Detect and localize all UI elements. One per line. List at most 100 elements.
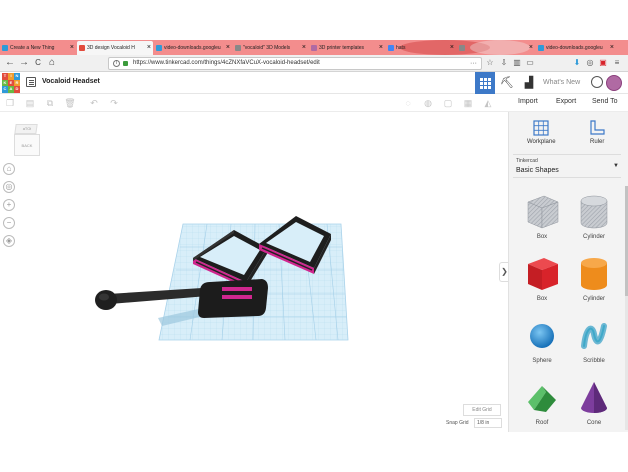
fit-view-icon[interactable]: ◎ [3, 181, 15, 193]
duplicate-icon[interactable]: ⧉ [44, 97, 56, 109]
page-bottom [0, 432, 628, 472]
export-button[interactable]: Export [556, 98, 576, 105]
file-actions: Import Export Send To [508, 94, 628, 112]
library-icon[interactable]: ▥ [512, 58, 522, 68]
view-cube[interactable]: aTOi BACK [12, 124, 42, 158]
tab-title: video-downloads.googleu [546, 45, 603, 51]
paste-icon[interactable]: ▤ [24, 97, 36, 109]
tinkercad-logo[interactable]: TINKERCAD [2, 73, 20, 93]
page-actions-icon[interactable]: ··· [470, 58, 477, 69]
info-icon[interactable]: i [113, 60, 120, 67]
bookmark-icon[interactable]: ☆ [485, 58, 495, 68]
box-hole-icon [527, 195, 559, 229]
library-name: Basic Shapes [516, 167, 559, 174]
design-title[interactable]: Vocaloid Headset [42, 78, 100, 85]
reload-icon[interactable]: C [32, 57, 44, 69]
workplane-label[interactable]: Workplane [527, 139, 556, 145]
3d-view-button[interactable] [475, 72, 495, 94]
zoom-out-icon[interactable]: − [3, 217, 15, 229]
lego-brick-icon[interactable]: ▟ [522, 76, 536, 90]
home-view-icon[interactable]: ⌂ [3, 163, 15, 175]
tab-close-icon[interactable]: × [450, 41, 454, 55]
browser-tab[interactable]: video-downloads.googleu × [154, 41, 232, 55]
shape-box-hole[interactable]: Box [515, 190, 569, 252]
send-to-button[interactable]: Send To [592, 98, 618, 105]
microphone-panel [198, 279, 268, 318]
shape-cone[interactable]: Cone [567, 376, 621, 438]
tab-close-icon[interactable]: × [226, 41, 230, 55]
align-icon[interactable]: ▦ [462, 97, 474, 109]
extension-icon[interactable]: ◎ [585, 58, 595, 68]
tab-close-icon[interactable]: × [70, 41, 74, 55]
view-cube-front[interactable]: BACK [14, 134, 40, 156]
app-header: TINKERCAD Vocaloid Headset ⛏ ▟ What's Ne… [0, 72, 628, 94]
edit-toolbar: ❐ ▤ ⧉ 🗑 ↶ ↷ ◌ ◍ ▢ ▦ ◭ [0, 94, 508, 112]
shape-library-select[interactable]: Tinkercad Basic Shapes ▼ [513, 154, 621, 178]
redo-icon[interactable]: ↷ [108, 97, 120, 109]
shape-sphere[interactable]: Sphere [515, 314, 569, 376]
add-user-icon[interactable] [591, 76, 603, 88]
zoom-in-icon[interactable]: + [3, 199, 15, 211]
menu-icon[interactable]: ≡ [612, 58, 622, 68]
shape-label: Scribble [583, 358, 605, 364]
tab-title: 3D printer templates [319, 45, 365, 51]
shapes-panel: Workplane Ruler Tinkercad Basic Shapes ▼… [508, 112, 628, 432]
tab-favicon-icon [79, 45, 85, 51]
shape-roof[interactable]: Roof [515, 376, 569, 438]
edit-grid-button[interactable]: Edit Grid [463, 404, 501, 416]
perspective-icon[interactable]: ◈ [3, 235, 15, 247]
forward-icon[interactable]: → [18, 57, 30, 69]
shape-label: Roof [535, 420, 549, 426]
tab-close-icon[interactable]: × [302, 41, 306, 55]
blocks-icon[interactable]: ⛏ [500, 76, 514, 90]
tab-close-icon[interactable]: × [379, 41, 383, 55]
extension-icon[interactable]: ▣ [598, 58, 608, 68]
shape-cylinder[interactable]: Cylinder [567, 252, 621, 314]
shape-scribble[interactable]: Scribble [567, 314, 621, 376]
speech-bubble-icon[interactable]: ◍ [422, 97, 434, 109]
undo-icon[interactable]: ↶ [88, 97, 100, 109]
logo-letter: R [14, 79, 20, 87]
shape-label: Cylinder [582, 296, 605, 302]
home-icon[interactable]: ⌂ [46, 57, 58, 69]
browser-tab[interactable]: video-downloads.googleu × [536, 41, 616, 55]
download-icon[interactable]: ⇩ [499, 58, 509, 68]
shape-cylinder-hole[interactable]: Cylinder [567, 190, 621, 252]
delete-icon[interactable]: 🗑 [64, 97, 76, 109]
workplane-viewport[interactable]: aTOi BACK ⌂ ◎ + − ◈ Edit Grid Snap Grid … [0, 112, 508, 432]
extension-download-icon[interactable]: ⬇ [572, 58, 582, 68]
scene-canvas[interactable] [0, 112, 508, 432]
tab-close-icon[interactable]: × [610, 41, 614, 55]
ruler-icon[interactable] [589, 120, 605, 136]
browser-tab[interactable]: × [457, 41, 535, 55]
box-icon [528, 258, 558, 290]
snap-grid-select[interactable]: 1/8 in [474, 418, 502, 428]
tab-title: video-downloads.googleu [164, 45, 221, 51]
url-bar[interactable]: i https://www.tinkercad.com/things/4cZNX… [108, 57, 482, 70]
import-button[interactable]: Import [518, 98, 538, 105]
shape-box[interactable]: Box [515, 252, 569, 314]
logo-letter: N [14, 73, 20, 80]
shape-label: Sphere [532, 358, 552, 364]
group-icon[interactable]: ▢ [442, 97, 454, 109]
sidebar-icon[interactable]: ▭ [525, 58, 535, 68]
tab-close-icon[interactable]: × [147, 41, 151, 55]
tab-close-icon[interactable]: × [529, 41, 533, 55]
design-list-icon[interactable] [26, 77, 36, 87]
light-bulb-icon[interactable]: ◌ [402, 97, 414, 109]
screen: Create a New Thing × 3D design Vocaloid … [0, 0, 628, 472]
library-category: Tinkercad [516, 158, 538, 164]
copy-icon[interactable]: ❐ [4, 97, 16, 109]
mirror-icon[interactable]: ◭ [482, 97, 494, 109]
browser-tab[interactable]: "vocaloid" 3D Models × [233, 41, 308, 55]
browser-tab-active[interactable]: 3D design Vocaloid H × [77, 41, 153, 55]
whats-new-link[interactable]: What's New [543, 79, 580, 86]
back-icon[interactable]: ← [4, 57, 16, 69]
workplane-icon[interactable] [533, 120, 549, 136]
browser-tab[interactable]: 3D printer templates × [309, 41, 385, 55]
tab-favicon-icon [2, 45, 8, 51]
ruler-label[interactable]: Ruler [590, 139, 604, 145]
browser-tab[interactable]: Create a New Thing × [0, 41, 76, 55]
avatar[interactable] [606, 75, 622, 91]
browser-tab[interactable]: hats × [386, 41, 456, 55]
